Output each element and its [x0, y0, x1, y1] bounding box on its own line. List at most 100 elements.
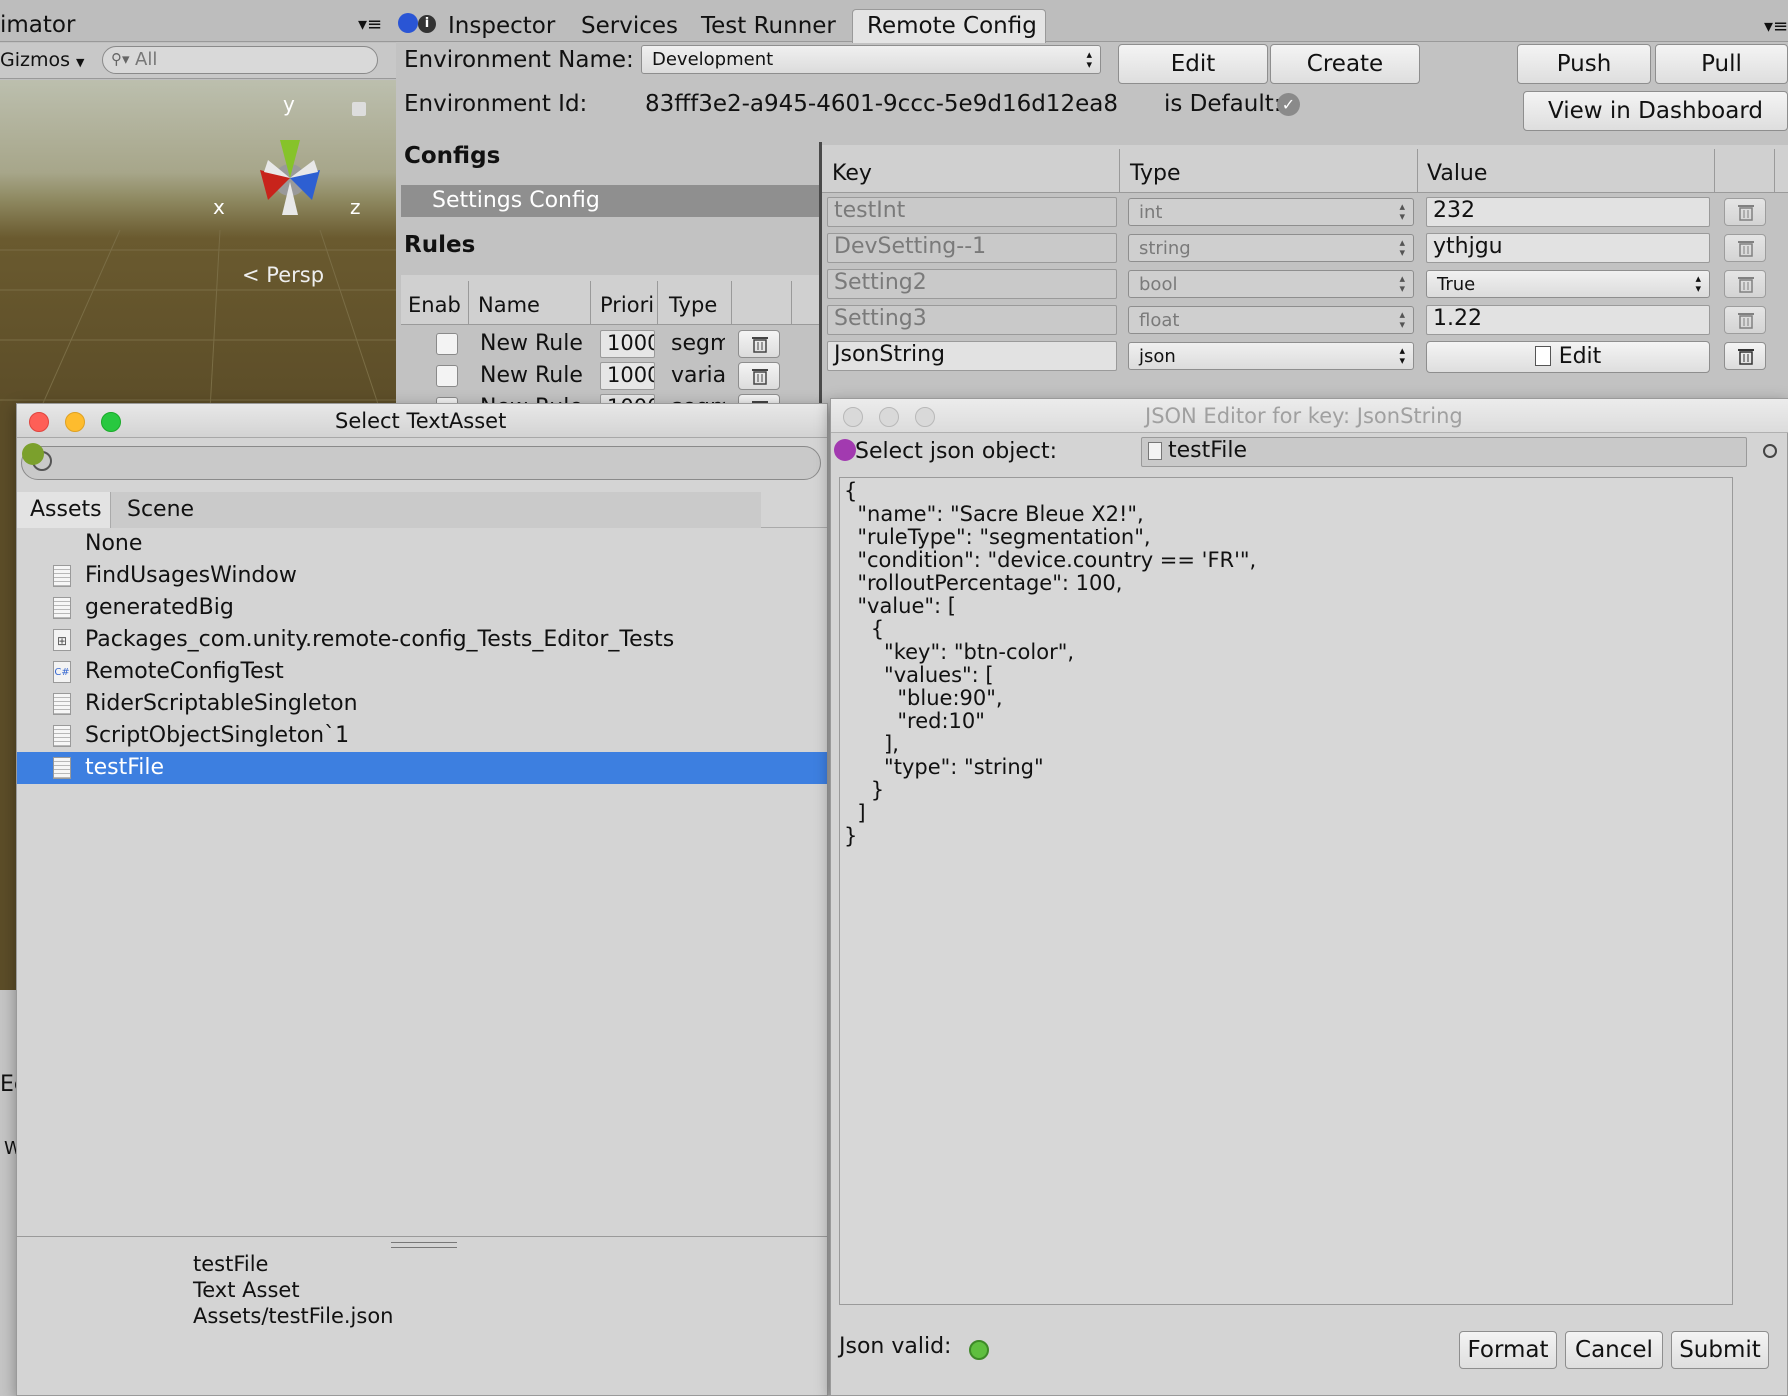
environment-name-label: Environment Name:: [404, 47, 634, 73]
setting-key-field[interactable]: JsonString: [827, 341, 1117, 371]
config-item-settings[interactable]: Settings Config: [401, 185, 819, 217]
minimize-window-button[interactable]: [65, 412, 85, 432]
edit-environment-button[interactable]: Edit: [1118, 44, 1268, 84]
tab-assets[interactable]: Assets: [17, 492, 111, 528]
asset-list-item[interactable]: generatedBig: [17, 592, 827, 624]
asset-list-item-label: generatedBig: [85, 595, 234, 620]
json-text-area[interactable]: { "name": "Sacre Bleue X2!", "ruleType":…: [839, 477, 1733, 1305]
rule-priority-field[interactable]: 1000: [600, 330, 655, 358]
rule-enabled-checkbox[interactable]: [436, 333, 458, 355]
rule-priority-field[interactable]: 1000: [600, 362, 655, 390]
setting-type-select[interactable]: string ▴ ▾: [1128, 234, 1414, 262]
rules-title: Rules: [404, 232, 476, 258]
object-picker-icon[interactable]: [1763, 444, 1777, 458]
tab-menu-icon-right[interactable]: ▾≡: [1764, 16, 1788, 37]
setting-delete-button[interactable]: [1724, 198, 1766, 226]
setting-delete-button[interactable]: [1724, 234, 1766, 262]
tab-menu-icon[interactable]: ▾≡: [358, 14, 382, 35]
orientation-gizmo[interactable]: [220, 100, 370, 240]
environment-name-select[interactable]: Development ▴ ▾: [641, 45, 1101, 74]
setting-delete-button[interactable]: [1724, 342, 1766, 370]
rules-row[interactable]: New Rule 1000 varia: [401, 359, 819, 391]
json-text-line: "type": "string": [844, 755, 1044, 779]
close-window-button[interactable]: [29, 412, 49, 432]
rules-header: Enab Name Priori Type: [401, 275, 819, 325]
asset-list-item[interactable]: None: [17, 528, 827, 560]
asset-list-item-label: RemoteConfigTest: [85, 659, 284, 684]
json-text-line: {: [844, 479, 858, 503]
tab-test-runner[interactable]: Test Runner: [701, 13, 836, 39]
create-environment-button[interactable]: Create: [1270, 44, 1420, 84]
rule-delete-button[interactable]: [738, 362, 780, 390]
json-edit-label: Edit: [1558, 344, 1602, 369]
select-arrows-icon: ▴ ▾: [1399, 308, 1405, 331]
setting-value-field[interactable]: ythjgu: [1426, 233, 1710, 263]
environment-name-value: Development: [652, 49, 774, 70]
scene-viewport[interactable]: y x z < Persp: [0, 80, 396, 410]
cancel-button[interactable]: Cancel: [1565, 1331, 1663, 1369]
setting-type-select[interactable]: json ▴ ▾: [1128, 342, 1414, 370]
tab-remote-config-label: Remote Config: [867, 13, 1037, 39]
tab-scene[interactable]: Scene: [111, 492, 761, 528]
asset-list-item[interactable]: ⊞ Packages_com.unity.remote-config_Tests_…: [17, 624, 827, 656]
scene-search-input[interactable]: ⚲▾ All: [102, 46, 378, 74]
json-edit-button[interactable]: Edit: [1426, 341, 1710, 373]
rule-enabled-checkbox[interactable]: [436, 365, 458, 387]
setting-value-field[interactable]: 232: [1426, 197, 1710, 227]
format-button[interactable]: Format: [1459, 1331, 1557, 1369]
rules-col-priority: Priori: [600, 293, 655, 317]
setting-value-field[interactable]: 1.22: [1426, 305, 1710, 335]
animator-tab[interactable]: imator: [0, 12, 75, 38]
json-text-line: }: [844, 824, 858, 848]
environment-id-label: Environment Id:: [404, 91, 588, 117]
rules-col-enabled: Enab: [408, 293, 461, 317]
tab-remote-config[interactable]: Remote Config: [852, 9, 1046, 43]
chevron-down-icon: ▼: [76, 56, 85, 69]
tab-services[interactable]: Services: [581, 13, 678, 39]
select-arrows-icon: ▴ ▾: [1399, 344, 1405, 367]
submit-button[interactable]: Submit: [1671, 1331, 1769, 1369]
setting-delete-button[interactable]: [1724, 306, 1766, 334]
asset-list-item[interactable]: FindUsagesWindow: [17, 560, 827, 592]
json-object-field[interactable]: testFile: [1141, 437, 1747, 467]
setting-key-field[interactable]: Setting2: [827, 269, 1117, 299]
asset-search-input[interactable]: [21, 443, 821, 480]
json-editor-titlebar[interactable]: JSON Editor for key: JsonString: [831, 399, 1788, 433]
persp-arrow-icon: <: [242, 263, 260, 287]
close-window-button[interactable]: [843, 407, 863, 427]
gizmos-dropdown[interactable]: Gizmos ▼: [0, 49, 84, 71]
projection-label: Persp: [266, 263, 325, 287]
document-icon: [1534, 346, 1551, 366]
maximize-window-button[interactable]: [101, 412, 121, 432]
settings-col-value: Value: [1427, 161, 1488, 186]
setting-value-select[interactable]: True ▴ ▾: [1426, 270, 1710, 298]
view-in-dashboard-button[interactable]: View in Dashboard: [1523, 91, 1788, 131]
asset-list-item[interactable]: testFile: [17, 752, 827, 784]
setting-delete-button[interactable]: [1724, 270, 1766, 298]
window-titlebar[interactable]: Select TextAsset: [17, 404, 827, 438]
tab-inspector[interactable]: Inspector: [448, 13, 555, 39]
setting-key-field[interactable]: DevSetting--1: [827, 233, 1117, 263]
asset-list-item[interactable]: RiderScriptableSingleton: [17, 688, 827, 720]
preview-splitter[interactable]: [391, 1242, 457, 1248]
axis-label-y: y: [283, 92, 295, 116]
minimize-window-button[interactable]: [879, 407, 899, 427]
rule-delete-button[interactable]: [738, 330, 780, 358]
setting-type-select[interactable]: int ▴ ▾: [1128, 198, 1414, 226]
projection-toggle[interactable]: < Persp: [242, 263, 324, 287]
setting-key-field[interactable]: testInt: [827, 197, 1117, 227]
maximize-window-button[interactable]: [915, 407, 935, 427]
lock-icon[interactable]: [352, 102, 366, 116]
pull-button[interactable]: Pull: [1655, 44, 1788, 84]
asset-list-item[interactable]: C# RemoteConfigTest: [17, 656, 827, 688]
setting-type-select[interactable]: float ▴ ▾: [1128, 306, 1414, 334]
asset-list-item[interactable]: ScriptObjectSingleton`1: [17, 720, 827, 752]
push-button[interactable]: Push: [1517, 44, 1651, 84]
setting-key-field[interactable]: Setting3: [827, 305, 1117, 335]
rules-row[interactable]: New Rule 1000 segm: [401, 327, 819, 359]
settings-table: Key Type Value testInt int ▴ ▾ 232 DevSett…: [822, 145, 1788, 410]
focus-dot-icon: [22, 443, 44, 465]
csharp-icon: C#: [53, 661, 71, 683]
setting-type-select[interactable]: bool ▴ ▾: [1128, 270, 1414, 298]
assembly-icon: ⊞: [53, 629, 71, 651]
